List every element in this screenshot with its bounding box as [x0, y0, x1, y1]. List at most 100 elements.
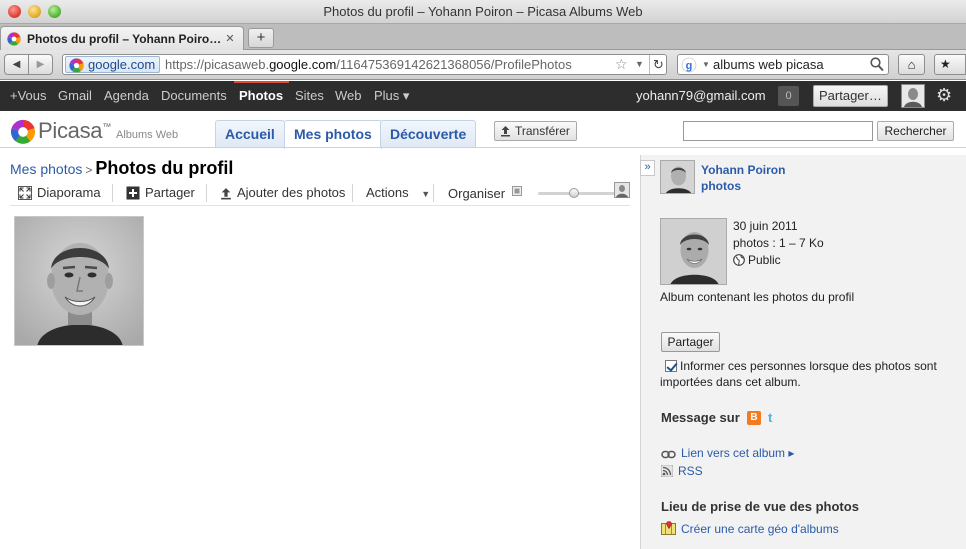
avatar-photo-icon — [902, 85, 924, 107]
rss-label: RSS — [678, 464, 703, 478]
account-email[interactable]: yohann79@gmail.com — [636, 88, 766, 103]
photo-search-input[interactable] — [683, 121, 873, 141]
slideshow-button[interactable]: Diaporama — [18, 185, 101, 200]
plus-box-icon — [126, 186, 140, 200]
owner-name: Yohann Poiron photos — [701, 162, 785, 194]
reload-button[interactable]: ↻ — [649, 55, 667, 74]
home-button[interactable]: ⌂ — [898, 54, 925, 75]
album-link-label: Lien vers cet album ▸ — [681, 446, 795, 460]
notify-label: Informer ces personnes lorsque des photo… — [660, 359, 937, 389]
svg-text:g: g — [686, 60, 693, 72]
browser-tabbar: Photos du profil – Yohann Poiro… ✕ + — [0, 24, 966, 50]
search-engine-dropdown-icon[interactable]: ▼ — [702, 60, 710, 69]
google-search-engine-icon[interactable]: g — [681, 57, 697, 73]
album-link[interactable]: Lien vers cet album ▸ — [661, 446, 794, 460]
add-photos-label: Ajouter des photos — [237, 185, 346, 200]
notify-checkbox[interactable] — [665, 360, 677, 372]
account-avatar[interactable] — [901, 84, 925, 108]
back-button[interactable]: ◀ — [4, 54, 29, 75]
globe-icon — [733, 254, 745, 266]
breadcrumb: Mes photos > Photos du profil — [10, 158, 233, 179]
tab-title: Photos du profil – Yohann Poiro… — [27, 31, 222, 46]
page-title: Photos du profil — [95, 158, 234, 178]
upload-label: Transférer — [515, 124, 570, 138]
url-text[interactable]: https://picasaweb.google.com/11647536914… — [165, 57, 572, 72]
notification-count-badge[interactable]: 0 — [778, 86, 799, 106]
forward-button[interactable]: ▶ — [28, 54, 53, 75]
search-icon[interactable] — [870, 57, 884, 72]
collapse-sidebar-button[interactable]: » — [640, 160, 655, 176]
gbar-link-documents[interactable]: Documents — [161, 88, 227, 103]
small-thumbnail-icon[interactable] — [512, 186, 522, 196]
add-photos-button[interactable]: Ajouter des photos — [220, 185, 345, 200]
actions-dropdown[interactable]: Actions ▼ — [366, 185, 430, 200]
browser-navbar: ◀ ▶ google.com https://picasaweb.google.… — [0, 50, 966, 80]
gbar-link-plus[interactable]: +Vous — [10, 88, 47, 103]
photo-thumbnail[interactable] — [14, 216, 144, 346]
album-cover-thumbnail[interactable] — [660, 218, 727, 285]
new-tab-button[interactable]: + — [248, 28, 274, 48]
address-bar[interactable]: google.com https://picasaweb.google.com/… — [62, 54, 667, 75]
google-favicon-icon — [69, 58, 84, 73]
header-divider — [0, 147, 966, 148]
search-button[interactable]: Rechercher — [877, 121, 954, 141]
upload-button[interactable]: Transférer — [494, 121, 577, 141]
browser-search-input[interactable]: albums web picasa — [713, 57, 824, 72]
gbar-link-more[interactable]: Plus ▾ — [374, 88, 409, 104]
gbar-share-button[interactable]: Partager… — [813, 85, 888, 107]
gbar-link-sites[interactable]: Sites — [295, 88, 324, 103]
owner-photos-link[interactable]: photos — [701, 178, 785, 194]
owner-avatar[interactable] — [660, 160, 695, 194]
blogger-icon[interactable]: B — [747, 411, 761, 425]
twitter-icon[interactable]: t — [768, 410, 772, 425]
album-sidebar — [640, 155, 966, 549]
gear-icon[interactable]: ⚙ — [936, 85, 952, 106]
create-map-link[interactable]: Créer une carte géo d'albums — [661, 521, 839, 536]
gbar-link-agenda[interactable]: Agenda — [104, 88, 149, 103]
picasa-pinwheel-icon — [10, 119, 36, 144]
logo-subtitle: Albums Web — [116, 129, 179, 141]
share-toolbar-button[interactable]: Partager — [126, 185, 195, 200]
album-cover-photo-icon — [661, 219, 726, 284]
tab-mes-photos[interactable]: Mes photos — [284, 120, 382, 149]
organize-button[interactable]: Organiser — [448, 186, 505, 201]
browser-tab[interactable]: Photos du profil – Yohann Poiro… ✕ — [0, 26, 244, 50]
gbar-link-gmail[interactable]: Gmail — [58, 88, 92, 103]
share-album-button[interactable]: Partager — [661, 332, 720, 352]
owner-name-link[interactable]: Yohann Poiron — [701, 162, 785, 178]
photo-location-title: Lieu de prise de vue des photos — [661, 499, 859, 514]
tab-close-icon[interactable]: ✕ — [223, 32, 237, 45]
album-visibility-label: Public — [748, 253, 781, 267]
rss-link[interactable]: RSS — [661, 464, 703, 478]
bookmarks-button[interactable]: ★ — [934, 54, 966, 75]
zoom-slider-handle[interactable] — [569, 188, 579, 198]
gbar-link-web[interactable]: Web — [335, 88, 362, 103]
large-thumbnail-icon[interactable] — [614, 182, 630, 198]
gbar-link-photos[interactable]: Photos — [239, 88, 283, 103]
album-photo-count: photos : 1 – 7 Ko — [733, 236, 824, 250]
map-icon — [661, 521, 676, 535]
album-metadata: 30 juin 2011 photos : 1 – 7 Ko Public — [733, 218, 824, 269]
upload-icon — [221, 188, 231, 200]
logo-word: Picasa — [38, 118, 103, 143]
url-domain: google.com — [269, 57, 337, 72]
album-date: 30 juin 2011 — [733, 219, 798, 233]
breadcrumb-my-photos-link[interactable]: Mes photos — [10, 161, 82, 177]
tab-decouverte[interactable]: Découverte — [380, 120, 477, 148]
url-prefix: https://picasaweb. — [165, 57, 270, 72]
toolbar-divider — [352, 184, 353, 202]
message-on-title: Message sur — [661, 410, 740, 425]
bookmark-star-icon[interactable]: ☆ — [615, 56, 628, 73]
album-visibility: Public — [733, 252, 824, 269]
google-bar: +Vous Gmail Agenda Documents Photos Site… — [0, 81, 966, 111]
url-history-dropdown-icon[interactable]: ▼ — [635, 59, 644, 69]
toolbar-divider — [433, 184, 434, 202]
toolbar-divider — [112, 184, 113, 202]
site-identity-button[interactable]: google.com — [65, 56, 161, 73]
tab-accueil[interactable]: Accueil — [215, 120, 285, 148]
window-title: Photos du profil – Yohann Poiron – Picas… — [323, 4, 643, 19]
share-toolbar-label: Partager — [145, 185, 195, 200]
browser-search-bar[interactable]: g ▼ albums web picasa — [677, 54, 889, 75]
picasa-favicon-icon — [7, 31, 21, 46]
album-toolbar: Diaporama Partager Ajouter des photos Ac… — [10, 180, 630, 206]
